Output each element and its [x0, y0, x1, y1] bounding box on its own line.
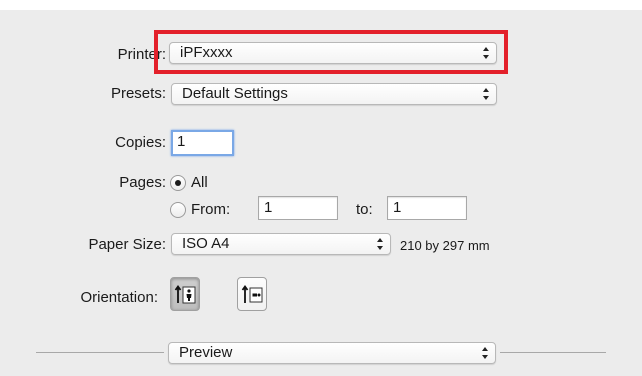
presets-label: Presets:: [110, 85, 166, 102]
portrait-orientation-icon: [174, 284, 196, 304]
divider-right: [500, 352, 606, 353]
pages-all-label: All: [191, 174, 208, 191]
up-down-arrows-icon: [482, 87, 490, 101]
up-down-arrows-icon: [481, 346, 489, 360]
divider-left: [36, 352, 164, 353]
printer-highlight-box: [154, 30, 508, 74]
up-down-arrows-icon: [376, 237, 384, 251]
pages-to-label: to:: [356, 201, 373, 218]
section-menu-popup[interactable]: Preview: [168, 342, 496, 364]
pages-from-field[interactable]: 1: [258, 196, 338, 220]
copies-label: Copies:: [115, 134, 166, 151]
orientation-label: Orientation:: [80, 289, 158, 306]
copies-field[interactable]: 1: [171, 130, 234, 156]
pages-label: Pages:: [119, 174, 166, 191]
landscape-orientation-button[interactable]: [237, 277, 267, 311]
presets-popup[interactable]: Default Settings: [171, 83, 497, 105]
portrait-orientation-button[interactable]: [170, 277, 200, 311]
pages-from-label: From:: [191, 201, 231, 218]
paper-size-label: Paper Size:: [88, 236, 166, 253]
paper-size-dimensions: 210 by 297 mm: [400, 238, 490, 253]
print-dialog-panel: Printer: iPFxxxx Presets: Default Settin…: [0, 0, 642, 376]
printer-label: Printer:: [117, 46, 166, 63]
section-menu-value: Preview: [179, 344, 233, 361]
pages-all-radio[interactable]: [170, 175, 186, 191]
pages-from-radio[interactable]: [170, 202, 186, 218]
landscape-orientation-icon: [241, 284, 263, 303]
presets-value: Default Settings: [182, 85, 288, 102]
paper-size-popup[interactable]: ISO A4: [171, 233, 391, 255]
paper-size-value: ISO A4: [182, 235, 230, 252]
pages-to-field[interactable]: 1: [387, 196, 467, 220]
